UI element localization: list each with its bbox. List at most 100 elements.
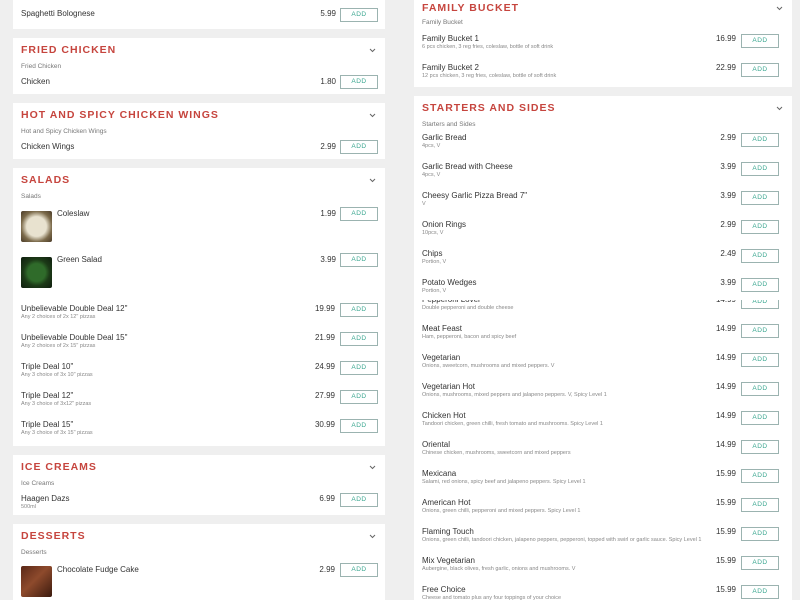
item-desc: 4pcs, V: [422, 172, 441, 178]
add-button[interactable]: ADD: [741, 440, 779, 454]
item-name: Chicken Hot: [422, 411, 466, 420]
item-desc: Cheese and tomato plus any four toppings…: [422, 595, 562, 600]
add-button[interactable]: ADD: [741, 249, 779, 263]
add-button[interactable]: ADD: [340, 140, 378, 154]
chevron-down-icon[interactable]: [368, 111, 377, 120]
section-header[interactable]: HOT AND SPICY CHICKEN WINGS: [21, 103, 377, 125]
item-name: Chips: [422, 249, 443, 258]
item-name: Family Bucket 2: [422, 63, 479, 72]
add-button[interactable]: ADD: [340, 253, 378, 267]
right-column-top: FAMILY BUCKET Family Bucket Family Bucke…: [414, 0, 792, 300]
add-button[interactable]: ADD: [741, 527, 779, 541]
item-desc: Onions, green chilli, pepperoni and mixe…: [422, 508, 581, 514]
add-button[interactable]: ADD: [741, 556, 779, 570]
chevron-down-icon[interactable]: [368, 46, 377, 55]
add-button[interactable]: ADD: [340, 563, 378, 577]
item-price: 2.99: [720, 133, 736, 142]
item-price: 15.99: [715, 527, 736, 536]
item-image: [21, 211, 52, 242]
add-button[interactable]: ADD: [741, 34, 779, 48]
add-button[interactable]: ADD: [741, 133, 779, 147]
add-button[interactable]: ADD: [340, 361, 378, 375]
section-header[interactable]: FRIED CHICKEN: [21, 38, 377, 60]
chevron-down-icon[interactable]: [368, 532, 377, 541]
add-button[interactable]: ADD: [340, 419, 378, 433]
left-column-bottom: Unbelievable Double Deal 12" Any 2 choic…: [13, 300, 385, 600]
item-desc: Salami, red onions, spicy beef and jalap…: [422, 479, 586, 485]
item-price: 5.99: [320, 9, 336, 18]
item-desc: Onions, mushrooms, mixed peppers and jal…: [422, 392, 607, 398]
section-header[interactable]: ICE CREAMS: [21, 455, 377, 477]
add-button[interactable]: ADD: [741, 382, 779, 396]
add-button[interactable]: ADD: [340, 493, 378, 507]
section-family-bucket: FAMILY BUCKET Family Bucket Family Bucke…: [414, 0, 792, 87]
section-starters: STARTERS AND SIDES Starters and Sides Ga…: [414, 96, 792, 300]
item-price: 2.99: [720, 220, 736, 229]
item-name: Cheesy Garlic Pizza Bread 7": [422, 191, 528, 200]
item-desc: Aubergine, black olives, fresh garlic, o…: [422, 566, 576, 572]
section-ice-creams: ICE CREAMS Ice Creams Haagen Dazs 500ml …: [13, 455, 385, 515]
section-header[interactable]: STARTERS AND SIDES: [422, 96, 784, 118]
add-button[interactable]: ADD: [340, 303, 378, 317]
add-button[interactable]: ADD: [340, 332, 378, 346]
chevron-down-icon[interactable]: [368, 176, 377, 185]
item-name: Pepperoni Lover: [422, 300, 481, 304]
section-subtitle: Family Bucket: [422, 19, 463, 26]
item-price: 14.99: [715, 353, 736, 362]
add-button[interactable]: ADD: [741, 353, 779, 367]
top-screen-panel: Spaghetti Bolognese 5.99 ADD FRIED CHICK…: [0, 0, 800, 300]
item-name: Spaghetti Bolognese: [21, 9, 95, 18]
add-button[interactable]: ADD: [741, 191, 779, 205]
item-name: American Hot: [422, 498, 471, 507]
item-name: Potato Wedges: [422, 278, 477, 287]
add-button[interactable]: ADD: [340, 8, 378, 22]
chevron-down-icon[interactable]: [775, 104, 784, 113]
add-button[interactable]: ADD: [741, 278, 779, 292]
item-desc: 500ml: [21, 504, 36, 510]
add-button[interactable]: ADD: [741, 220, 779, 234]
section-subtitle: Desserts: [21, 549, 47, 556]
add-button[interactable]: ADD: [741, 469, 779, 483]
item-name: Triple Deal 12": [21, 391, 74, 400]
item-price: 15.99: [715, 585, 736, 594]
item-name: Triple Deal 10": [21, 362, 74, 371]
item-price: 14.99: [715, 382, 736, 391]
item-price: 3.99: [720, 278, 736, 287]
item-price: 19.99: [314, 304, 335, 313]
left-column-top: Spaghetti Bolognese 5.99 ADD FRIED CHICK…: [13, 0, 385, 300]
item-desc: Ham, pepperoni, bacon and spicy beef: [422, 334, 517, 340]
add-button[interactable]: ADD: [741, 63, 779, 77]
item-desc: 6 pcs chicken, 3 reg fries, coleslaw, bo…: [422, 44, 554, 50]
section-header[interactable]: FAMILY BUCKET: [422, 0, 784, 16]
chevron-down-icon[interactable]: [775, 4, 784, 13]
item-price: 30.99: [314, 420, 335, 429]
add-button[interactable]: ADD: [741, 324, 779, 338]
add-button[interactable]: ADD: [340, 75, 378, 89]
section-header[interactable]: SALADS: [21, 168, 377, 190]
chevron-down-icon[interactable]: [368, 463, 377, 472]
item-name: Onion Rings: [422, 220, 467, 229]
item-name: Chocolate Fudge Cake: [57, 565, 139, 574]
item-desc: Double pepperoni and double cheese: [422, 305, 514, 311]
item-price: 27.99: [314, 391, 335, 400]
item-price: 15.99: [715, 469, 736, 478]
add-button[interactable]: ADD: [340, 207, 378, 221]
add-button[interactable]: ADD: [340, 390, 378, 404]
item-price: 24.99: [314, 362, 335, 371]
section-subtitle: Ice Creams: [21, 480, 55, 487]
section-pizzas: Pepperoni LoverDouble pepperoni and doub…: [414, 300, 792, 600]
item-price: 15.99: [715, 498, 736, 507]
item-desc: Any 3 choice of 3x 15" pizzas: [21, 430, 93, 436]
add-button[interactable]: ADD: [741, 300, 779, 309]
item-name: Garlic Bread: [422, 133, 467, 142]
section-chicken-wings: HOT AND SPICY CHICKEN WINGS Hot and Spic…: [13, 103, 385, 159]
add-button[interactable]: ADD: [741, 585, 779, 599]
section-header[interactable]: DESSERTS: [21, 524, 377, 546]
item-desc: 10pcs, V: [422, 230, 444, 236]
add-button[interactable]: ADD: [741, 498, 779, 512]
item-name: Mix Vegetarian: [422, 556, 475, 565]
add-button[interactable]: ADD: [741, 411, 779, 425]
item-name: Meat Feast: [422, 324, 463, 333]
add-button[interactable]: ADD: [741, 162, 779, 176]
item-name: Free Choice: [422, 585, 466, 594]
